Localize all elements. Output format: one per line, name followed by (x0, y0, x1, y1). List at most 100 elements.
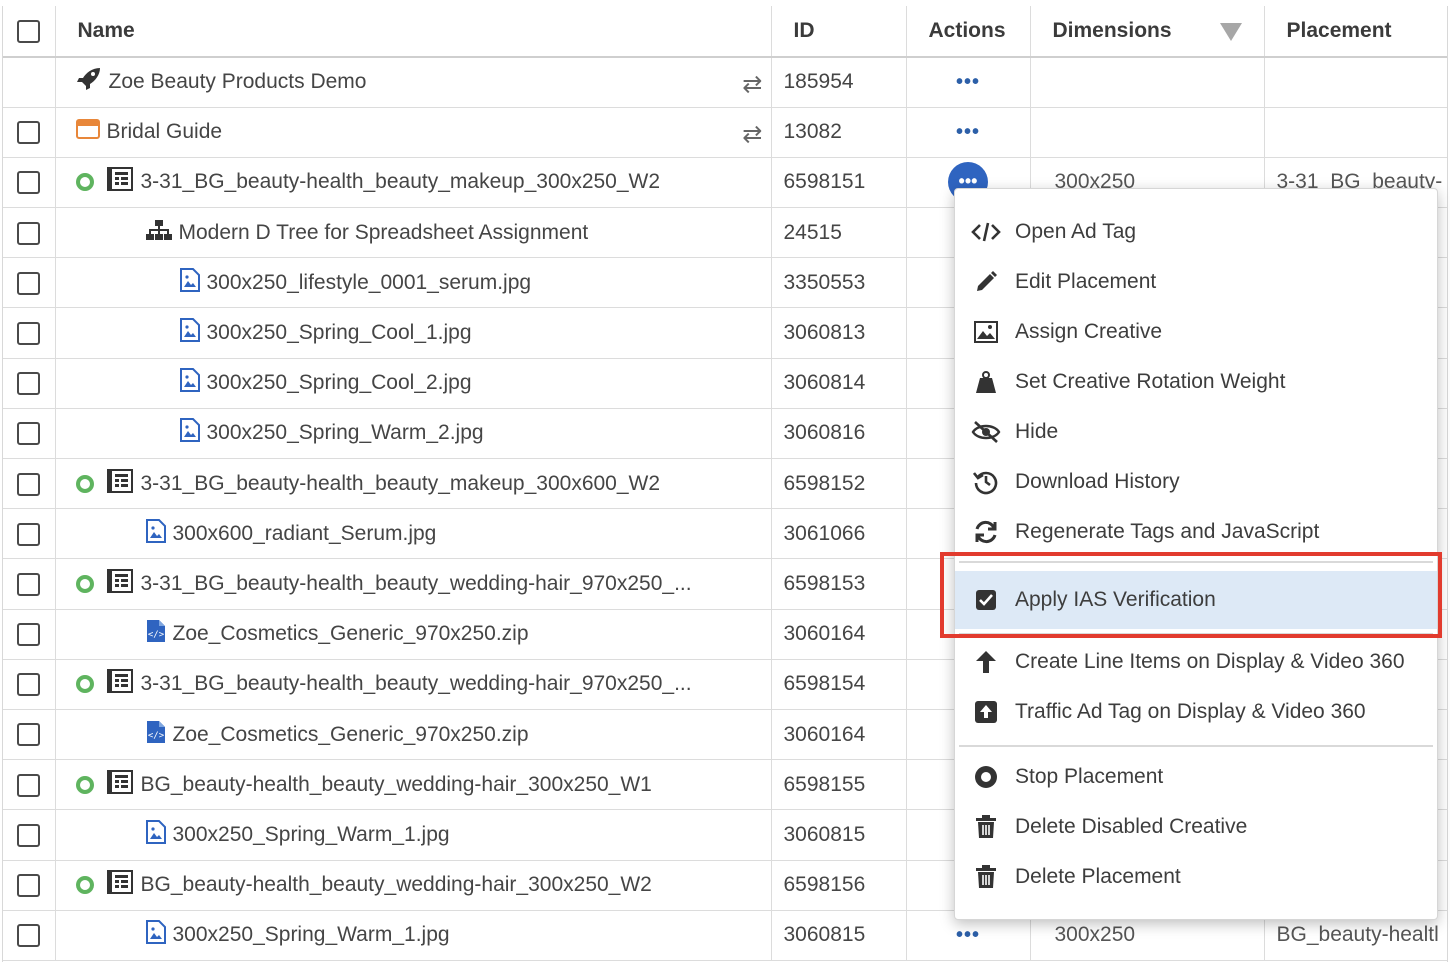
menu-item-edit-placement[interactable]: Edit Placement (955, 259, 1437, 305)
menu-item-delete-disabled-creative[interactable]: Delete Disabled Creative (955, 804, 1437, 850)
svg-text:</>: </> (147, 731, 164, 741)
status-active-icon (75, 775, 94, 794)
name-cell: 300x250_lifestyle_0001_serum.jpg (55, 257, 772, 309)
row-name[interactable]: 300x250_Spring_Warm_2.jpg (207, 421, 484, 445)
weight-icon (971, 370, 1001, 394)
row-check-cell (3, 609, 56, 660)
id-cell: 3060816 (771, 408, 907, 460)
row-checkbox[interactable] (17, 472, 41, 496)
row-name[interactable]: 3-31_BG_beauty-health_beauty_wedding-hai… (141, 672, 692, 696)
stop-circle-icon (971, 765, 1001, 789)
menu-item-set-creative-rotation-weight[interactable]: Set Creative Rotation Weight (955, 359, 1437, 405)
menu-item-label: Delete Placement (1015, 865, 1181, 888)
select-all-checkbox[interactable] (17, 19, 41, 43)
image-file-icon (179, 368, 200, 398)
menu-item-stop-placement[interactable]: Stop Placement (955, 754, 1437, 800)
name-cell: 3-31_BG_beauty-health_beauty_wedding-hai… (55, 659, 772, 710)
row-check-cell (3, 358, 56, 409)
menu-item-assign-creative[interactable]: Assign Creative (955, 309, 1437, 355)
column-header-placement[interactable]: Placement (1264, 6, 1447, 58)
row-checkbox[interactable] (17, 773, 41, 797)
menu-item-traffic-ad-tag-dv360[interactable]: Traffic Ad Tag on Display & Video 360 (955, 689, 1437, 735)
row-name[interactable]: Bridal Guide (107, 120, 223, 144)
row-name[interactable]: 300x250_lifestyle_0001_serum.jpg (207, 271, 532, 295)
menu-divider (959, 745, 1433, 747)
row-checkbox[interactable] (17, 874, 41, 898)
actions-menu-button[interactable]: ••• (956, 72, 980, 92)
column-header-name[interactable]: Name (55, 6, 772, 58)
status-active-icon (75, 173, 94, 192)
row-checkbox[interactable] (17, 924, 41, 948)
row-name[interactable]: 3-31_BG_beauty-health_beauty_wedding-hai… (141, 572, 692, 596)
id-cell: 6598155 (771, 759, 907, 811)
menu-item-open-ad-tag[interactable]: Open Ad Tag (955, 209, 1437, 255)
column-header-dimensions[interactable]: Dimensions (1030, 6, 1265, 58)
row-name[interactable]: Zoe Beauty Products Demo (109, 70, 367, 94)
image-file-icon (179, 267, 200, 298)
name-cell: Bridal Guide ⇄ (55, 107, 772, 158)
placement-cell (1264, 107, 1447, 158)
menu-item-label: Delete Disabled Creative (1015, 815, 1248, 838)
row-checkbox[interactable] (17, 171, 41, 195)
tree-icon (145, 219, 172, 247)
column-header-id[interactable]: ID (771, 6, 907, 58)
id-cell: 13082 (771, 107, 907, 158)
column-header-dimensions-label: Dimensions (1052, 19, 1172, 42)
row-check-cell (3, 659, 56, 710)
row-checkbox[interactable] (17, 121, 41, 145)
row-checkbox[interactable] (17, 422, 41, 446)
row-name[interactable]: 300x600_radiant_Serum.jpg (173, 522, 437, 546)
menu-item-label: Assign Creative (1015, 320, 1163, 343)
placement-icon (106, 468, 134, 500)
row-checkbox[interactable] (17, 221, 41, 245)
image-icon (971, 321, 1001, 343)
menu-item-regenerate-tags[interactable]: Regenerate Tags and JavaScript (955, 509, 1437, 555)
row-checkbox[interactable] (17, 271, 41, 295)
row-name[interactable]: Zoe_Cosmetics_Generic_970x250.zip (173, 622, 529, 646)
id-cell: 3060815 (771, 910, 907, 961)
select-all-cell (3, 6, 56, 58)
row-checkbox[interactable] (17, 723, 41, 747)
filter-icon[interactable] (1219, 23, 1242, 41)
id-cell: 6598152 (771, 458, 907, 510)
row-checkbox[interactable] (17, 321, 41, 345)
actions-menu-button[interactable]: ••• (956, 925, 980, 945)
row-name[interactable]: Modern D Tree for Spreadsheet Assignment (179, 221, 589, 245)
swap-icon[interactable]: ⇄ (742, 70, 762, 99)
actions-menu-button[interactable]: ••• (956, 122, 980, 142)
menu-item-hide[interactable]: Hide (955, 409, 1437, 455)
row-name[interactable]: 3-31_BG_beauty-health_beauty_makeup_300x… (141, 170, 661, 194)
row-name[interactable]: Zoe_Cosmetics_Generic_970x250.zip (173, 723, 529, 747)
row-name[interactable]: 3-31_BG_beauty-health_beauty_makeup_300x… (141, 472, 661, 496)
row-name[interactable]: BG_beauty-health_beauty_wedding-hair_300… (141, 873, 652, 897)
menu-item-download-history[interactable]: Download History (955, 459, 1437, 505)
row-checkbox[interactable] (17, 673, 41, 697)
id-cell: 3060164 (771, 709, 907, 761)
row-name[interactable]: BG_beauty-health_beauty_wedding-hair_300… (141, 773, 652, 797)
swap-icon[interactable]: ⇄ (742, 120, 762, 149)
row-checkbox[interactable] (17, 522, 41, 546)
row-check-cell (3, 759, 56, 811)
row-checkbox[interactable] (17, 572, 41, 596)
menu-item-label: Regenerate Tags and JavaScript (1015, 520, 1320, 543)
menu-item-delete-placement[interactable]: Delete Placement (955, 854, 1437, 900)
row-name[interactable]: 300x250_Spring_Cool_2.jpg (207, 371, 472, 395)
name-cell: Zoe Beauty Products Demo ⇄ (55, 57, 772, 108)
table-row[interactable]: Zoe Beauty Products Demo ⇄ 185954 ••• (3, 57, 1447, 108)
id-cell: 3060815 (771, 809, 907, 861)
table-row[interactable]: Bridal Guide ⇄ 13082 ••• (3, 107, 1447, 158)
rocket-icon (76, 67, 102, 97)
code-icon (971, 221, 1001, 243)
row-checkbox[interactable] (17, 823, 41, 847)
menu-item-create-line-items-dv360[interactable]: Create Line Items on Display & Video 360 (955, 639, 1437, 685)
row-name[interactable]: 300x250_Spring_Warm_1.jpg (173, 923, 450, 947)
row-checkbox[interactable] (17, 372, 41, 396)
pencil-icon (971, 270, 1001, 294)
row-name[interactable]: 300x250_Spring_Cool_1.jpg (207, 321, 472, 345)
row-check-cell (3, 809, 56, 861)
column-header-actions[interactable]: Actions (906, 6, 1031, 58)
row-checkbox[interactable] (17, 623, 41, 647)
row-name[interactable]: 300x250_Spring_Warm_1.jpg (173, 823, 450, 847)
row-check-cell (3, 458, 56, 510)
history-icon (971, 469, 1001, 495)
